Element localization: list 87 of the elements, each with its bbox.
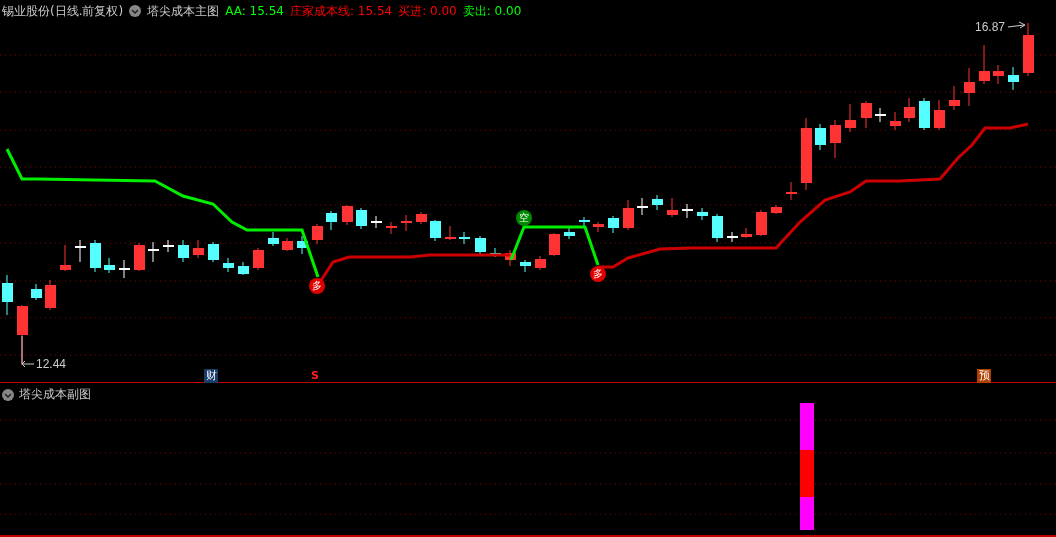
candlestick [815, 123, 826, 151]
candlestick [253, 247, 264, 271]
candlestick [535, 255, 546, 271]
candlestick [45, 279, 56, 311]
candlestick [623, 199, 634, 231]
candlestick [401, 214, 412, 232]
candlestick [193, 239, 204, 259]
candlestick [297, 235, 308, 255]
candlestick [979, 44, 990, 85]
candlestick [549, 232, 560, 257]
event-marker[interactable]: 财 [204, 369, 218, 383]
candlestick [342, 204, 353, 226]
candlestick [949, 85, 960, 111]
candlestick [178, 239, 189, 263]
candlestick [163, 239, 174, 253]
sub-pane-title: 塔尖成本副图 [19, 386, 91, 403]
candlestick [134, 242, 145, 272]
signal-marker: 多 [590, 266, 606, 282]
candlestick [637, 197, 648, 216]
candlestick [90, 239, 101, 273]
candlestick [652, 194, 663, 211]
candlestick [223, 257, 234, 273]
candlestick [505, 249, 516, 267]
candlestick [459, 231, 470, 245]
low-arrow-icon [21, 335, 35, 368]
candlestick [60, 244, 71, 272]
candlestick [17, 304, 28, 366]
candlestick [475, 235, 486, 255]
high-price-label: 16.87 [975, 20, 1006, 34]
candlestick [727, 231, 738, 243]
signal-marker: 多 [309, 278, 325, 294]
signal-marker: 空 [516, 210, 532, 226]
candlestick [31, 283, 42, 301]
candlestick [845, 103, 856, 133]
candlestick [371, 215, 382, 229]
candlestick [875, 107, 886, 123]
candlestick [119, 259, 130, 279]
collapse-icon[interactable] [129, 5, 142, 17]
candlestick [919, 97, 930, 131]
candlestick [890, 111, 901, 131]
candlestick [786, 181, 797, 201]
indicator-reading: 买进: 0.00 [398, 2, 457, 20]
candlestick [830, 119, 841, 159]
candlestick [861, 100, 872, 129]
candlestick [238, 261, 249, 276]
candlestick [579, 216, 590, 229]
candlestick [430, 219, 441, 242]
indicator-reading: AA: 15.54 [225, 4, 284, 18]
event-marker[interactable]: S [308, 369, 322, 383]
candlestick [593, 221, 604, 233]
candlestick [993, 64, 1004, 85]
candlestick [1023, 22, 1034, 77]
candlestick [608, 215, 619, 234]
candlestick [386, 221, 397, 235]
candlestick [75, 239, 86, 263]
candlestick [312, 223, 323, 245]
candlestick [697, 207, 708, 221]
indicator-name: 塔尖成本主图 [147, 2, 220, 20]
candlestick [520, 259, 531, 273]
collapse-icon[interactable] [2, 388, 14, 401]
indicator-reading: 卖出: 0.00 [462, 2, 522, 20]
candlestick [964, 67, 975, 107]
candlestick [104, 257, 115, 274]
high-arrow-icon [1007, 21, 1026, 29]
candlestick [712, 213, 723, 243]
candlestick [445, 225, 456, 241]
indicator-reading: 庄家成本线: 15.54 [289, 2, 393, 20]
candlestick [771, 204, 782, 215]
candlestick [741, 227, 752, 239]
candlestick [904, 97, 915, 123]
candlestick [282, 237, 293, 252]
candlestick [756, 209, 767, 237]
candlestick [682, 203, 693, 219]
candlestick [326, 210, 337, 231]
candlestick [356, 207, 367, 230]
candlestick [564, 227, 575, 240]
candlestick [2, 274, 13, 316]
candlestick [934, 99, 945, 131]
candlestick [667, 197, 678, 218]
candlestick [416, 211, 427, 225]
stock-title: 锡业股份(日线.前复权) [2, 2, 124, 20]
candlestick [208, 241, 219, 263]
low-price-label: 12.44 [36, 357, 67, 371]
candlestick [148, 241, 159, 263]
event-marker[interactable]: 预 [977, 369, 991, 383]
candlestick [268, 231, 279, 247]
candlestick [1008, 66, 1019, 91]
